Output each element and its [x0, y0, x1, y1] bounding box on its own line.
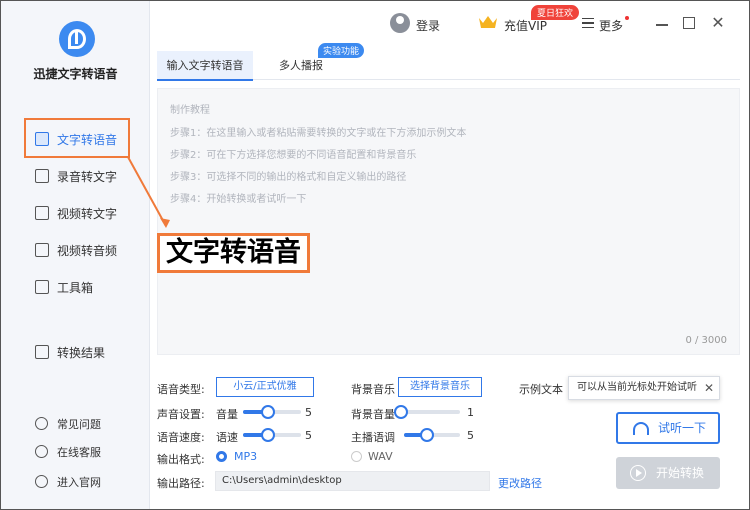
slider-knob[interactable] [394, 405, 408, 419]
tooltip-text: 可以从当前光标处开始试听 [577, 382, 697, 393]
listen-button[interactable]: 试听一下 [616, 412, 720, 444]
voice-type-label: 语音类型: [157, 383, 205, 396]
rate-slider[interactable] [243, 428, 301, 442]
play-icon [630, 465, 646, 481]
rate-value: 5 [305, 429, 312, 442]
start-convert-button[interactable]: 开始转换 [616, 457, 720, 489]
slider-knob[interactable] [261, 428, 275, 442]
sample-text-label: 示例文本 [519, 383, 563, 396]
start-button-label: 开始转换 [656, 466, 705, 480]
volume-label: 音量 [216, 408, 238, 421]
pitch-label: 主播语调 [351, 431, 395, 444]
output-path-field[interactable]: C:\Users\admin\desktop [215, 471, 490, 491]
format-mp3-radio[interactable] [216, 451, 227, 462]
bg-volume-label: 背景音量 [351, 408, 395, 421]
pitch-value: 5 [467, 429, 474, 442]
voice-setting-label: 声音设置: [157, 408, 205, 421]
change-path-link[interactable]: 更改路径 [498, 475, 542, 491]
bg-volume-value: 1 [467, 406, 474, 419]
voice-type-button[interactable]: 小云/正式优雅 [216, 377, 314, 397]
speed-label: 语音速度: [157, 431, 205, 444]
format-mp3-label[interactable]: MP3 [234, 450, 257, 463]
path-label: 输出路径: [157, 477, 205, 490]
listen-button-label: 试听一下 [658, 421, 707, 435]
headphones-icon [633, 422, 649, 435]
volume-slider[interactable] [243, 405, 301, 419]
tooltip-close-icon[interactable]: ✕ [704, 377, 714, 399]
format-wav-radio[interactable] [351, 451, 362, 462]
slider-knob[interactable] [261, 405, 275, 419]
bg-music-label: 背景音乐 [351, 383, 395, 396]
format-wav-label[interactable]: WAV [368, 450, 393, 463]
annotation-label: 文字转语音 [157, 233, 310, 273]
pitch-slider[interactable] [404, 428, 460, 442]
listen-tooltip: 可以从当前光标处开始试听 ✕ [568, 376, 720, 400]
volume-value: 5 [305, 406, 312, 419]
rate-label: 语速 [216, 431, 238, 444]
format-label: 输出格式: [157, 453, 205, 466]
slider-knob[interactable] [420, 428, 434, 442]
bg-music-button[interactable]: 选择背景音乐 [398, 377, 482, 397]
bg-volume-slider[interactable] [394, 405, 460, 419]
